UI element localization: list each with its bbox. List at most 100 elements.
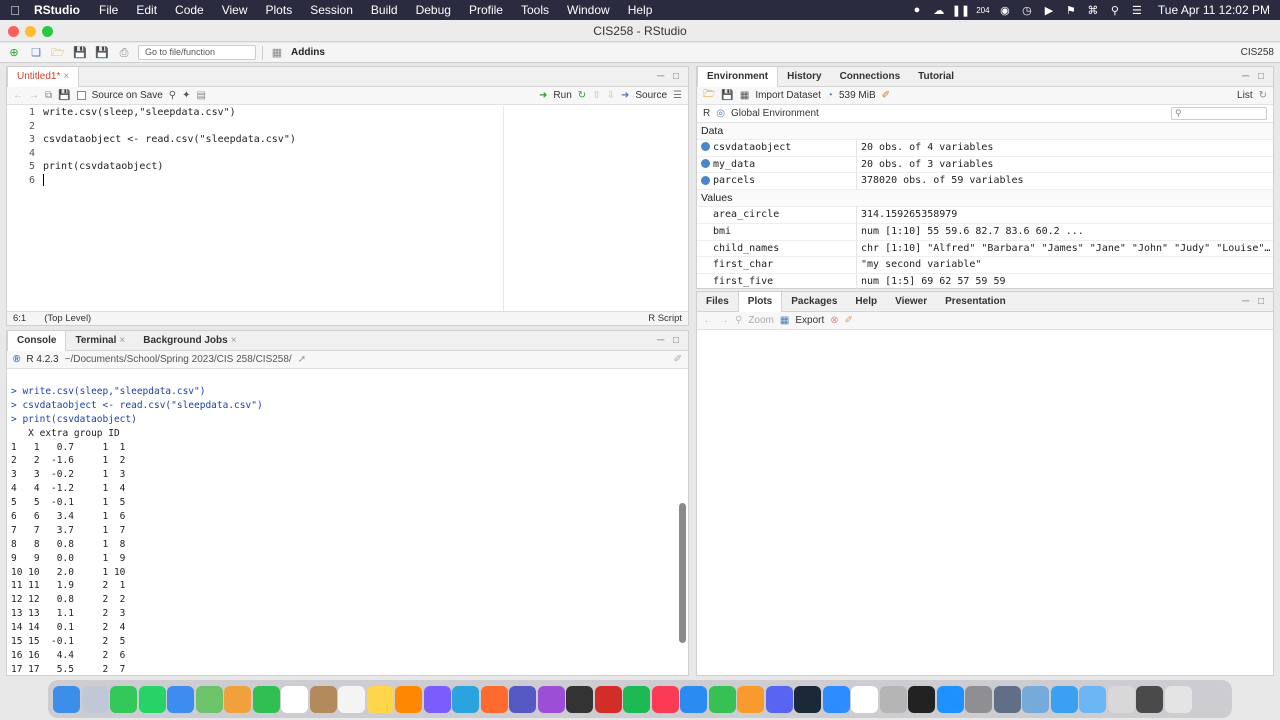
search-icon[interactable]: ⚲ [1104,4,1126,17]
scope-menu[interactable]: (Top Level) [44,313,91,324]
whatsapp-icon[interactable] [138,685,166,713]
env-data-row[interactable]: csvdataobject 20 obs. of 4 variables [697,139,1273,157]
goto-file-input[interactable]: Go to file/function [138,45,256,60]
menu-help[interactable]: Help [619,3,662,17]
code-line-cursor[interactable] [43,173,688,188]
app-menu[interactable]: RStudio [30,3,90,17]
code-line[interactable]: csvdataobject <- read.csv("sleepdata.csv… [43,133,688,147]
pane-minmax-icon[interactable]: ─ □ [1242,71,1273,82]
outline-icon[interactable]: ☰ [673,90,682,101]
source-icon[interactable]: ➜ [621,90,629,101]
pane-minmax-icon[interactable]: ─ □ [657,335,688,346]
broom-icon[interactable]: ✐ [882,90,890,101]
teams-icon[interactable] [509,685,536,713]
tab-help[interactable]: Help [846,292,886,312]
control-center-icon[interactable]: ☰ [1126,4,1148,17]
lastpass-icon[interactable] [594,685,622,713]
spotify-icon[interactable] [623,685,650,713]
go-to-dir-icon[interactable]: ➚ [298,354,306,365]
console-scrollbar[interactable] [679,503,686,643]
pause-icon[interactable]: ❚❚ [950,4,972,17]
menu-file[interactable]: File [90,3,127,17]
import-dataset-icon[interactable]: ▦ [740,90,749,101]
env-value-row[interactable]: first_five num [1:5] 69 62 57 59 59 [697,274,1273,291]
export-menu[interactable]: Export [795,315,824,326]
code-line[interactable]: print(csvdataobject) [43,160,688,174]
facetime-icon[interactable] [252,685,280,713]
save-workspace-icon[interactable]: 💾 [721,90,733,101]
addins-menu[interactable]: Addins [291,47,325,58]
slack-icon[interactable] [851,685,878,713]
notes-icon[interactable] [366,685,394,713]
code-area[interactable]: write.csv(sleep,"sleepdata.csv") csvdata… [41,106,688,317]
back-icon[interactable]: ← [13,90,23,101]
lastpass-icon[interactable]: ◉ [994,4,1016,17]
music-icon[interactable] [651,685,679,713]
console-output[interactable]: > write.csv(sleep,"sleepdata.csv") > csv… [7,385,679,677]
creative-cloud-icon[interactable]: ☁ [928,4,950,17]
expand-icon[interactable] [701,159,710,169]
memory-usage[interactable]: 539 MiB [839,90,876,101]
run-icon[interactable]: ➜ [539,90,547,101]
reminders-icon[interactable] [338,685,365,713]
numbers-icon[interactable] [708,685,736,713]
tab-presentation[interactable]: Presentation [936,292,1015,312]
tab-packages[interactable]: Packages [782,292,846,312]
save-all-icon[interactable]: 💾 [94,46,110,60]
tab-untitled1[interactable]: Untitled1* × [7,66,80,87]
rerun-icon[interactable]: ↻ [578,90,586,101]
menu-build[interactable]: Build [362,3,407,17]
chatgpt-icon[interactable] [566,685,593,713]
import-dataset-menu[interactable]: Import Dataset [755,90,821,101]
calendar-icon[interactable] [281,685,308,713]
new-project-icon[interactable]: ❏ [28,46,44,60]
tab-environment[interactable]: Environment [697,66,779,87]
env-value-row[interactable]: first_char "my second variable" [697,257,1273,275]
menu-window[interactable]: Window [558,3,619,17]
archive-icon[interactable] [1136,685,1163,713]
env-search-input[interactable]: ⚲ [1171,107,1267,120]
code-line[interactable] [43,147,688,161]
down-arrow-icon[interactable]: ⇩ [607,90,615,101]
code-line[interactable]: write.csv(sleep,"sleepdata.csv") [43,106,688,120]
save-icon[interactable]: 💾 [72,46,88,60]
clear-console-icon[interactable]: ✐ [674,354,682,365]
memory-icon[interactable]: ◔ [827,90,833,101]
menu-edit[interactable]: Edit [127,3,166,17]
load-workspace-icon[interactable]: 🗁 [703,87,715,104]
close-tab-icon[interactable]: × [231,335,237,346]
tab-tutorial[interactable]: Tutorial [909,67,963,87]
flag-icon[interactable]: ⚑ [1060,4,1082,17]
project-menu[interactable]: CIS258 [1241,47,1274,58]
maps-icon[interactable] [195,685,223,713]
photos-icon[interactable] [224,685,251,713]
save-editor-icon[interactable]: 💾 [58,90,70,101]
env-data-row[interactable]: my_data 20 obs. of 3 variables [697,156,1273,174]
messenger-icon[interactable] [423,685,451,713]
mail-icon[interactable] [167,685,194,713]
tab-background-jobs[interactable]: Background Jobs × [134,331,245,351]
contacts-icon[interactable] [309,685,337,713]
close-tab-icon[interactable]: × [119,335,125,346]
keynote-icon[interactable] [680,685,707,713]
env-value-row[interactable]: area_circle 314.159265358979 [697,206,1273,224]
up-arrow-icon[interactable]: ⇧ [592,90,600,101]
app-store-icon[interactable] [936,685,964,713]
vlc-icon[interactable] [395,685,422,713]
new-file-icon[interactable]: ⊕ [6,46,22,60]
expand-icon[interactable] [701,175,710,185]
pages-icon[interactable] [737,685,764,713]
terminal-icon[interactable] [908,685,935,713]
language-menu[interactable]: R [703,108,710,119]
export-icon[interactable]: ▦ [780,315,789,326]
podcasts-icon[interactable] [537,685,565,713]
code-editor[interactable]: 1 2 3 4 5 6 write.csv(sleep,"sleepdata.c… [7,106,688,317]
show-in-window-icon[interactable]: ⧉ [45,90,52,101]
tab-terminal[interactable]: Terminal × [66,331,134,351]
documents-icon[interactable] [1107,685,1135,713]
zoom-icon[interactable] [822,685,850,713]
working-directory[interactable]: ~/Documents/School/Spring 2023/CIS 258/C… [65,354,292,365]
print-icon[interactable]: ⎙ [116,46,132,60]
compile-icon[interactable]: ▤ [196,90,205,101]
minimize-window-icon[interactable] [25,26,36,37]
